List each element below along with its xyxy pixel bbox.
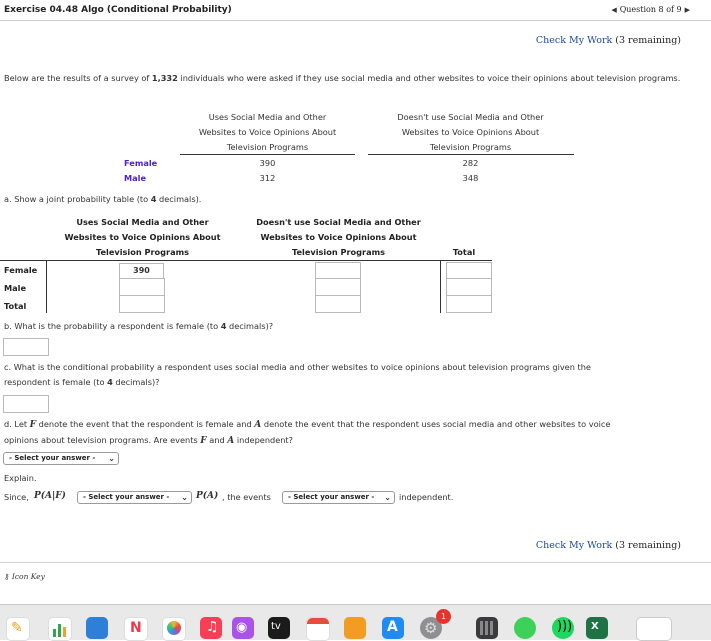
- part-b-prompt: b. What is the probability a respondent …: [4, 321, 274, 331]
- remaining-count-bottom: (3 remaining): [615, 540, 681, 551]
- question-nav: ◀ Question 8 of 9 ▶: [608, 5, 693, 14]
- notification-badge: 1: [436, 609, 451, 624]
- messages-icon[interactable]: [514, 617, 536, 639]
- chevron-down-icon: ⌄: [108, 454, 115, 463]
- check-my-work-top[interactable]: Check My Work (3 remaining): [536, 35, 681, 46]
- joint-male-uses-input[interactable]: [119, 278, 165, 296]
- podcasts-icon[interactable]: ◉: [232, 617, 254, 639]
- calendar-icon[interactable]: [306, 617, 330, 641]
- exercise-title: Exercise 04.48 Algo (Conditional Probabi…: [4, 5, 232, 15]
- survey-row-label-female: Female: [124, 158, 158, 168]
- explain-label: Explain.: [4, 473, 37, 483]
- intro-text: Below are the results of a survey of 1,3…: [4, 73, 681, 83]
- joint-vline-1: [46, 260, 47, 313]
- joint-col-uses: Uses Social Media and Other Websites to …: [64, 217, 221, 257]
- question-counter: Question 8 of 9: [619, 5, 682, 14]
- survey-cell-male-uses: 312: [259, 173, 276, 183]
- survey-rule-1: [180, 154, 355, 155]
- survey-cell-female-doesnt: 282: [462, 158, 479, 168]
- numbers-icon[interactable]: [48, 617, 72, 641]
- check-my-work-link-bottom[interactable]: Check My Work: [536, 540, 612, 551]
- joint-female-uses-filled: 390: [119, 263, 164, 279]
- joint-col-total: Total: [452, 247, 476, 257]
- joint-row-female: Female: [4, 265, 38, 275]
- joint-male-total-input[interactable]: [446, 278, 492, 296]
- photos-icon[interactable]: [162, 617, 186, 641]
- joint-col-doesnt: Doesn't use Social Media and Other Websi…: [256, 217, 421, 257]
- app-store-icon[interactable]: A: [382, 617, 404, 639]
- next-question-icon[interactable]: ▶: [685, 6, 690, 14]
- joint-vline-2: [440, 260, 441, 313]
- independent-label: independent.: [399, 492, 454, 502]
- comparison-select[interactable]: - Select your answer - ⌄: [77, 491, 192, 504]
- independence-select[interactable]: - Select your answer - ⌄: [3, 452, 119, 465]
- books-icon[interactable]: [344, 617, 366, 639]
- joint-row-male: Male: [4, 283, 27, 293]
- joint-total-total-input[interactable]: [446, 295, 492, 313]
- prev-question-icon[interactable]: ◀: [611, 6, 616, 14]
- part-d-prompt: d. Let F denote the event that the respo…: [4, 419, 611, 446]
- remaining-count: (3 remaining): [615, 35, 681, 46]
- part-c-prompt: c. What is the conditional probability a…: [4, 362, 591, 387]
- survey-cell-female-uses: 390: [259, 158, 276, 168]
- chevron-down-icon: ⌄: [384, 493, 391, 502]
- pages-icon[interactable]: ✎: [6, 617, 30, 641]
- macos-dock: ✎ N ♫ ◉ tv A ⚙ 1 ))) X: [0, 604, 711, 641]
- spotify-icon[interactable]: ))): [552, 617, 574, 639]
- excel-icon[interactable]: X: [586, 617, 608, 639]
- part-c-answer-input[interactable]: [3, 395, 49, 413]
- survey-rule-2: [368, 154, 574, 155]
- joint-total-uses-input[interactable]: [119, 295, 165, 313]
- preview-icon[interactable]: [636, 617, 672, 641]
- events-select[interactable]: - Select your answer - ⌄: [282, 491, 395, 504]
- p-a-given-f: P(A|F): [34, 491, 66, 501]
- tv-icon[interactable]: tv: [268, 617, 290, 639]
- survey-cell-male-doesnt: 348: [462, 173, 479, 183]
- key-icon: ⚷: [4, 572, 10, 581]
- survey-count: 1,332: [151, 73, 178, 83]
- music-icon[interactable]: ♫: [200, 617, 222, 639]
- survey-col-uses: Uses Social Media and Other Websites to …: [198, 112, 337, 152]
- chevron-down-icon: ⌄: [181, 493, 188, 502]
- joint-male-doesnt-input[interactable]: [315, 278, 361, 296]
- header-divider: [0, 20, 711, 21]
- joint-row-total: Total: [4, 301, 27, 311]
- check-my-work-link[interactable]: Check My Work: [536, 35, 612, 46]
- survey-row-label-male: Male: [124, 173, 147, 183]
- keynote-icon[interactable]: [86, 617, 108, 639]
- icon-key[interactable]: ⚷ Icon Key: [4, 572, 45, 581]
- news-icon[interactable]: N: [124, 617, 148, 641]
- since-label: Since,: [4, 492, 29, 502]
- part-a-prompt: a. Show a joint probability table (to 4 …: [4, 194, 202, 204]
- calculator-icon[interactable]: [476, 617, 498, 639]
- check-my-work-bottom[interactable]: Check My Work (3 remaining): [536, 540, 681, 551]
- part-b-answer-input[interactable]: [3, 338, 49, 356]
- p-a: P(A): [196, 491, 219, 501]
- survey-col-doesnt: Doesn't use Social Media and Other Websi…: [397, 112, 544, 152]
- joint-header-rule: [0, 260, 492, 261]
- the-events-label: , the events: [222, 492, 271, 502]
- footer-divider: [0, 562, 711, 563]
- joint-total-doesnt-input[interactable]: [315, 295, 361, 313]
